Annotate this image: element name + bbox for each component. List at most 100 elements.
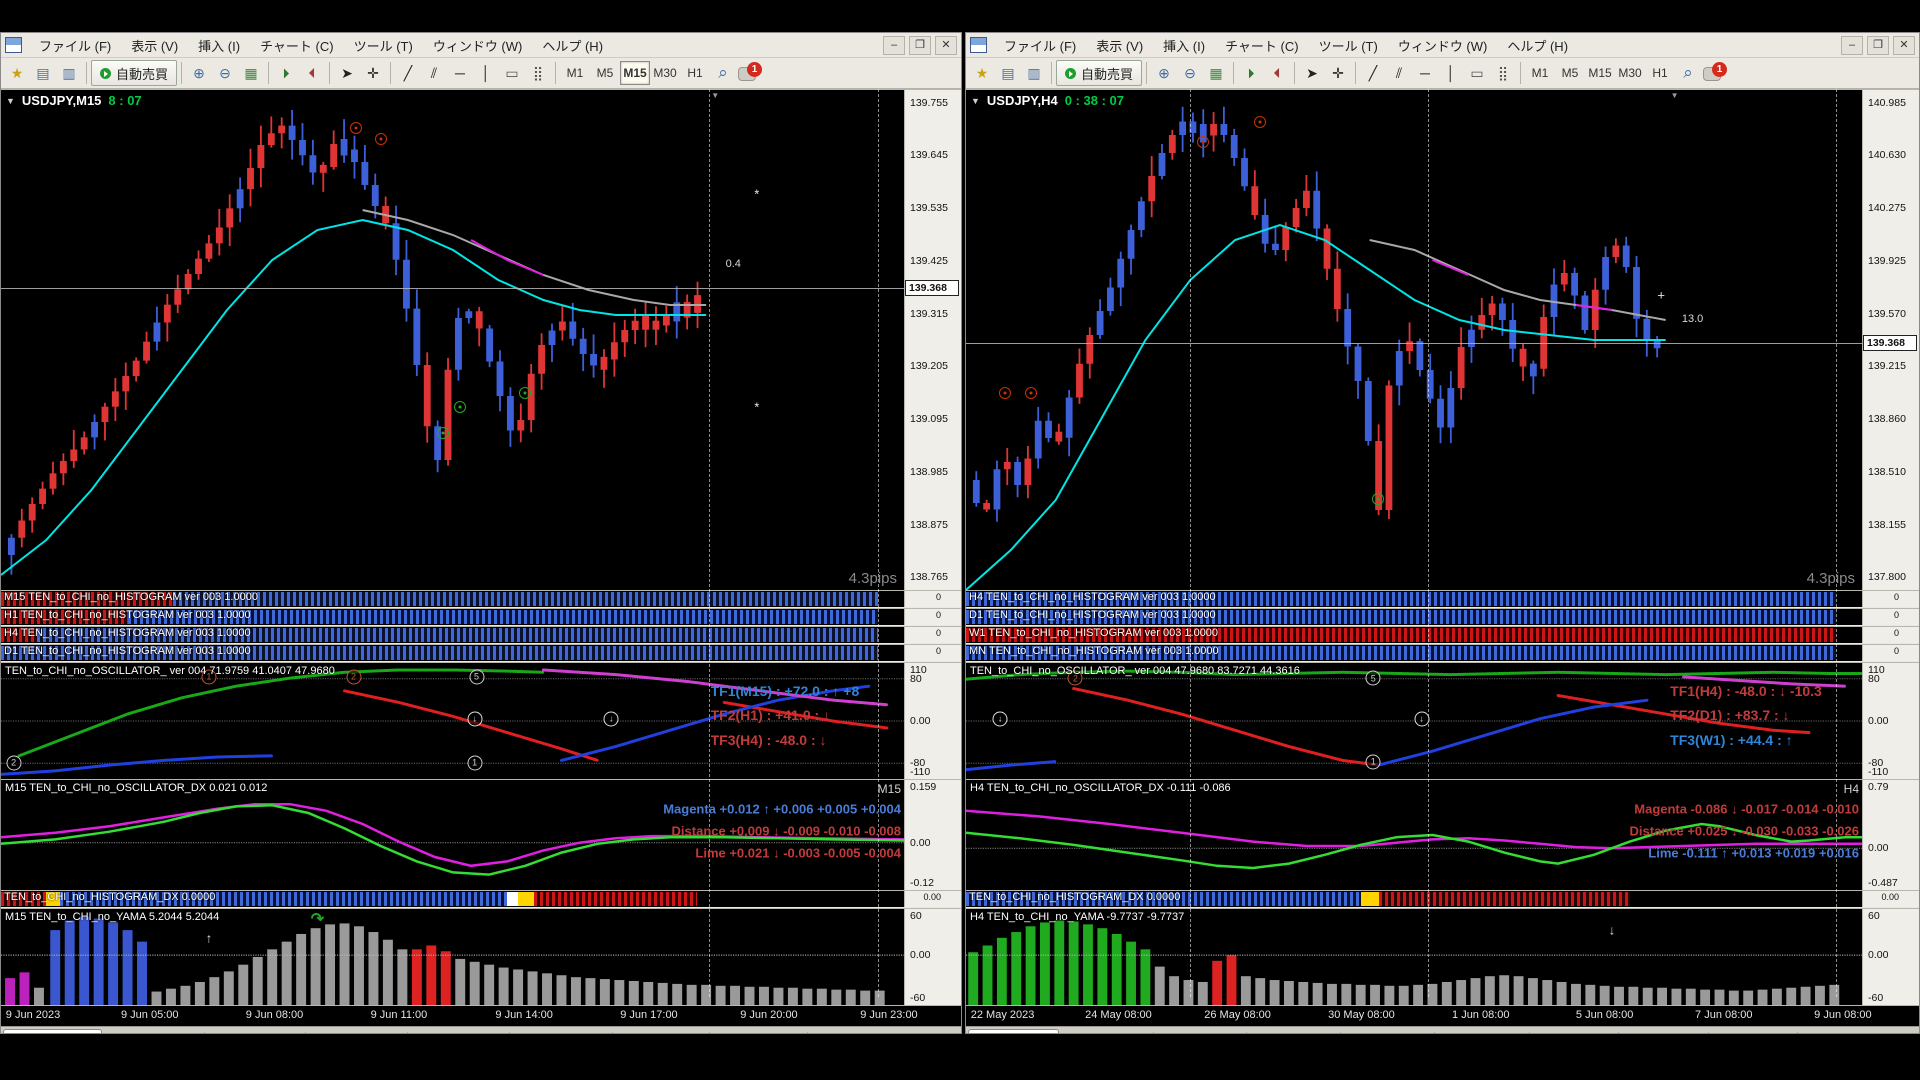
menu-item-5[interactable]: ウィンドウ (W) (1389, 34, 1497, 57)
yama-plot[interactable]: H4 TEN_to_CHI_no_YAMA -9.7737 -9.7737↓ (966, 909, 1863, 1005)
chart-tab-usdcad-h4[interactable]: USDCAD,H4 (1435, 1032, 1529, 1034)
chart-tab-gbpusd-m15[interactable]: GBPUSD,M15 (306, 1032, 408, 1034)
histogram-plot[interactable]: MN TEN_to_CHI_no_HISTOGRAM ver 003 1.000… (966, 645, 1863, 661)
chart-tab-usdjpy-m15[interactable]: USDJPY,M15 (3, 1029, 102, 1034)
zoom-out-icon[interactable]: ⊖ (212, 60, 238, 86)
zoom-out-icon[interactable]: ⊖ (1177, 60, 1203, 86)
fibonacci-icon[interactable]: ⣿ (1490, 60, 1516, 86)
search-icon[interactable]: ⌕ (1675, 60, 1701, 86)
chart-tab-audusd-m15[interactable]: AUDUSD,M15 (408, 1032, 510, 1034)
chart-plot[interactable]: ▼USDJPY,M158 : 070.44.3pips**▼ (1, 90, 905, 590)
chart-tab-eurusd-h4[interactable]: EURUSD,H4 (1059, 1032, 1153, 1034)
autotrade-button[interactable]: 自動売買 (91, 60, 177, 86)
auto-scroll-icon[interactable]: ⏵ (1238, 60, 1264, 86)
rectangle-icon[interactable]: ▭ (499, 60, 525, 86)
search-icon[interactable]: ⌕ (710, 60, 736, 86)
oneclick-toggle-icon[interactable]: ▼ (971, 96, 980, 106)
channel-icon[interactable]: ⫽ (1386, 60, 1412, 86)
oscillator-plot[interactable]: TEN_to_CHI_no_OSCILLATOR_ ver 004 47.968… (966, 663, 1863, 779)
auto-scroll-icon[interactable]: ⏵ (273, 60, 299, 86)
chart-tab-cadjpy-m15[interactable]: CADJPY,M15 (710, 1032, 807, 1034)
timeframe-button-m1[interactable]: M1 (560, 61, 590, 85)
oscillator-dx-plot[interactable]: M15 TEN_to_CHI_no_OSCILLATOR_DX 0.021 0.… (1, 780, 905, 890)
close-button[interactable]: ✕ (1893, 36, 1915, 55)
menu-item-5[interactable]: ウィンドウ (W) (424, 34, 532, 57)
histogram-plot[interactable]: H4 TEN_to_CHI_no_HISTOGRAM ver 003 1.000… (1, 627, 905, 643)
oneclick-toggle-icon[interactable]: ▼ (6, 96, 15, 106)
timeframe-button-m15[interactable]: M15 (1585, 61, 1615, 85)
oscillator-plot[interactable]: TEN_to_CHI_no_OSCILLATOR_ ver 004 71.975… (1, 663, 905, 779)
chart-tab-audusd-h4[interactable]: AUDUSD,H4 (1341, 1032, 1435, 1034)
menu-item-4[interactable]: ツール (T) (1310, 34, 1387, 57)
menu-item-3[interactable]: チャート (C) (251, 34, 343, 57)
minimize-button[interactable]: – (1841, 36, 1863, 55)
histogram-plot[interactable]: H4 TEN_to_CHI_no_HISTOGRAM ver 003 1.000… (966, 591, 1863, 607)
chart-tab-eurjpy-h4[interactable]: EURJPY,H4 (1530, 1032, 1619, 1034)
data-window-icon[interactable]: ▥ (56, 60, 82, 86)
menu-item-3[interactable]: チャート (C) (1216, 34, 1308, 57)
data-window-icon[interactable]: ▥ (1021, 60, 1047, 86)
histogram-plot[interactable]: D1 TEN_to_CHI_no_HISTOGRAM ver 003 1.000… (1, 645, 905, 661)
chart-tab-eurusd-m15[interactable]: EURUSD,M15 (102, 1032, 204, 1034)
menu-item-0[interactable]: ファイル (F) (30, 34, 120, 57)
timeframe-button-m15[interactable]: M15 (620, 61, 650, 85)
tile-windows-icon[interactable]: ▦ (238, 60, 264, 86)
chart-window-icon[interactable]: ▤ (995, 60, 1021, 86)
menu-item-1[interactable]: 表示 (V) (122, 34, 187, 57)
yama-plot[interactable]: M15 TEN_to_CHI_no_YAMA 5.2044 5.2044↑↷ (1, 909, 905, 1005)
histogram-dx-plot[interactable]: TEN_to_CHI_no_HISTOGRAM_DX 0.0000 (1, 891, 905, 907)
vline-icon[interactable]: │ (1438, 60, 1464, 86)
histogram-plot[interactable]: W1 TEN_to_CHI_no_HISTOGRAM ver 003 1.000… (966, 627, 1863, 643)
chart-tab-eurgbp-h4[interactable]: EURGBP,H4 (1154, 1032, 1247, 1034)
chart-window-icon[interactable]: ▤ (30, 60, 56, 86)
timeframe-button-m30[interactable]: M30 (650, 61, 680, 85)
crosshair-icon[interactable]: ✛ (1325, 60, 1351, 86)
new-order-icon[interactable]: ★ (969, 60, 995, 86)
chart-shift-icon[interactable]: ⏴ (299, 60, 325, 86)
chart-tab-usdcad-m15[interactable]: USDCAD,M15 (510, 1032, 612, 1034)
hline-icon[interactable]: ─ (1412, 60, 1438, 86)
menu-item-6[interactable]: ヘルプ (H) (533, 34, 612, 57)
chart-tab-eurjpy-m15[interactable]: EURJPY,M15 (613, 1032, 710, 1034)
menu-item-2[interactable]: 挿入 (I) (189, 34, 249, 57)
notification-icon[interactable]: 1 (1701, 61, 1727, 85)
restore-button[interactable]: ❐ (909, 36, 931, 55)
menu-item-1[interactable]: 表示 (V) (1087, 34, 1152, 57)
channel-icon[interactable]: ⫽ (421, 60, 447, 86)
chart-tab-cadjpy-h4[interactable]: CADJPY,H4 (1619, 1032, 1708, 1034)
chart-tab-usdjpy-h4[interactable]: USDJPY,H4 (968, 1029, 1059, 1034)
histogram-plot[interactable]: M15 TEN_to_CHI_no_HISTOGRAM ver 003 1.00… (1, 591, 905, 607)
autotrade-button[interactable]: 自動売買 (1056, 60, 1142, 86)
chart-tab-gbpusd-h4[interactable]: GBPUSD,H4 (1247, 1032, 1341, 1034)
timeframe-button-m5[interactable]: M5 (1555, 61, 1585, 85)
timeframe-button-m1[interactable]: M1 (1525, 61, 1555, 85)
notification-icon[interactable]: 1 (736, 61, 762, 85)
timeframe-button-m30[interactable]: M30 (1615, 61, 1645, 85)
cursor-icon[interactable]: ➤ (334, 60, 360, 86)
trendline-icon[interactable]: ╱ (1360, 60, 1386, 86)
chart-tab-eurgbp-m15[interactable]: EURGBP,M15 (205, 1032, 306, 1034)
crosshair-icon[interactable]: ✛ (360, 60, 386, 86)
chart-tab-audjpy-h4[interactable]: AUDJPY,H4 (1709, 1032, 1798, 1034)
menu-item-4[interactable]: ツール (T) (345, 34, 422, 57)
vline-icon[interactable]: │ (473, 60, 499, 86)
cursor-icon[interactable]: ➤ (1299, 60, 1325, 86)
hline-icon[interactable]: ─ (447, 60, 473, 86)
new-order-icon[interactable]: ★ (4, 60, 30, 86)
histogram-dx-plot[interactable]: TEN_to_CHI_no_HISTOGRAM_DX 0.0000 (966, 891, 1863, 907)
fibonacci-icon[interactable]: ⣿ (525, 60, 551, 86)
minimize-button[interactable]: – (883, 36, 905, 55)
menu-item-0[interactable]: ファイル (F) (995, 34, 1085, 57)
chart-shift-icon[interactable]: ⏴ (1264, 60, 1290, 86)
trendline-icon[interactable]: ╱ (395, 60, 421, 86)
restore-button[interactable]: ❐ (1867, 36, 1889, 55)
zoom-in-icon[interactable]: ⊕ (186, 60, 212, 86)
timeframe-button-h1[interactable]: H1 (1645, 61, 1675, 85)
oscillator-dx-plot[interactable]: H4 TEN_to_CHI_no_OSCILLATOR_DX -0.111 -0… (966, 780, 1863, 890)
timeframe-button-m5[interactable]: M5 (590, 61, 620, 85)
timeframe-button-h1[interactable]: H1 (680, 61, 710, 85)
histogram-plot[interactable]: H1 TEN_to_CHI_no_HISTOGRAM ver 003 1.000… (1, 609, 905, 625)
chart-plot[interactable]: ▼USDJPY,H40 : 38 : 0713.04.3pips▼+ (966, 90, 1863, 590)
menu-item-2[interactable]: 挿入 (I) (1154, 34, 1214, 57)
histogram-plot[interactable]: D1 TEN_to_CHI_no_HISTOGRAM ver 003 1.000… (966, 609, 1863, 625)
